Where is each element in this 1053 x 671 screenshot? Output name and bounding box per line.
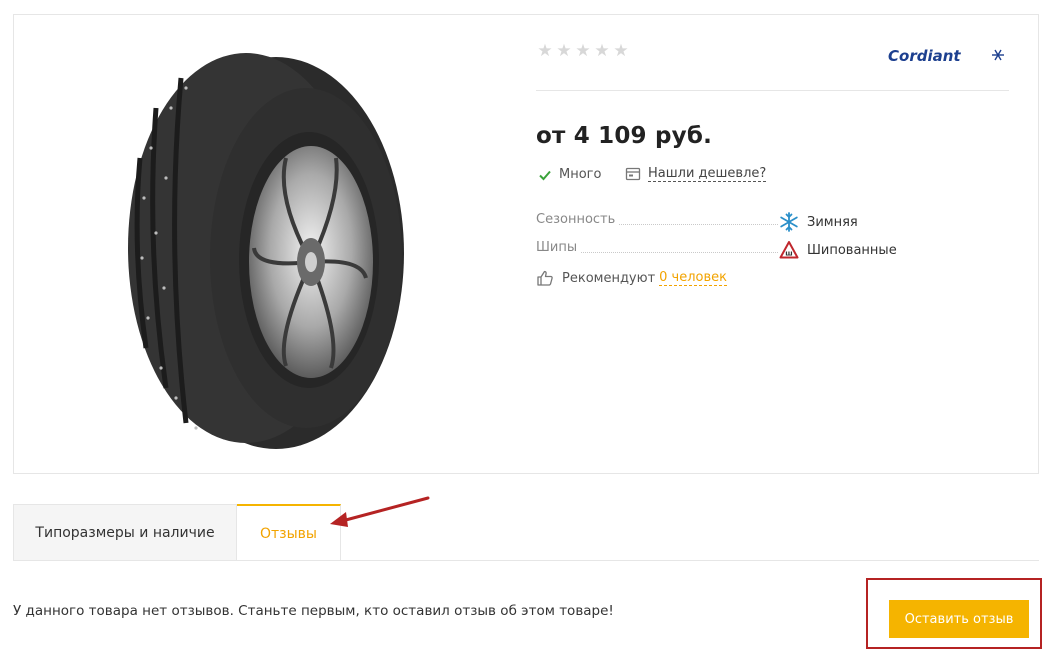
found-cheaper-link[interactable]: Нашли дешевле? [625, 166, 767, 182]
tab-label[interactable]: Типоразмеры и наличие [35, 525, 214, 541]
star-icon[interactable]: ★ [593, 41, 611, 61]
spec-row-spikes: Шипы ш Шипованные [536, 240, 996, 260]
star-icon[interactable]: ★ [574, 41, 592, 61]
no-reviews-message: У данного товара нет отзывов. Станьте пе… [13, 603, 614, 619]
check-icon [539, 170, 551, 180]
rating-stars[interactable]: ★ ★ ★ ★ ★ [536, 41, 630, 61]
price-tag-icon [625, 167, 641, 181]
found-cheaper-label[interactable]: Нашли дешевле? [648, 166, 767, 182]
spec-label: Сезонность [536, 212, 620, 227]
tire-image [128, 53, 404, 449]
annotation-arrow-icon [330, 496, 430, 527]
spec-row-season: Сезонность Зимняя [536, 212, 996, 232]
stock-label: Много [559, 167, 602, 182]
tab-sizes-availability[interactable]: Типоразмеры и наличие [13, 504, 237, 561]
tabs-divider [13, 560, 1039, 561]
svg-text:ш: ш [785, 250, 792, 258]
tab-label[interactable]: Отзывы [260, 526, 317, 542]
recommend-row: Рекомендуют 0 человек [536, 269, 728, 287]
thumbs-up-icon [537, 270, 553, 286]
price: от 4 109 руб. [536, 123, 713, 149]
recommend-count-link[interactable]: 0 человек [659, 270, 728, 286]
spec-value-text: Шипованные [807, 242, 897, 258]
spikes-warning-icon: ш [779, 241, 799, 259]
star-icon[interactable]: ★ [612, 41, 630, 61]
star-icon[interactable]: ★ [555, 41, 573, 61]
brand-name: Cordiant [888, 47, 961, 65]
spec-value: Зимняя [779, 212, 858, 232]
star-icon[interactable]: ★ [536, 41, 554, 61]
spec-value: ш Шипованные [779, 240, 897, 260]
recommend-label: Рекомендуют [562, 270, 656, 286]
spec-label: Шипы [536, 240, 582, 255]
snowflake-icon [780, 212, 798, 232]
divider [536, 90, 1009, 91]
stock-status: Много [538, 167, 601, 182]
spec-value-text: Зимняя [807, 214, 858, 230]
product-card: ★ ★ ★ ★ ★ Cordiant от 4 109 руб. Много Н… [13, 14, 1039, 474]
brand-logo: Cordiant [888, 47, 1004, 65]
leave-review-button[interactable]: Оставить отзыв [889, 600, 1029, 638]
